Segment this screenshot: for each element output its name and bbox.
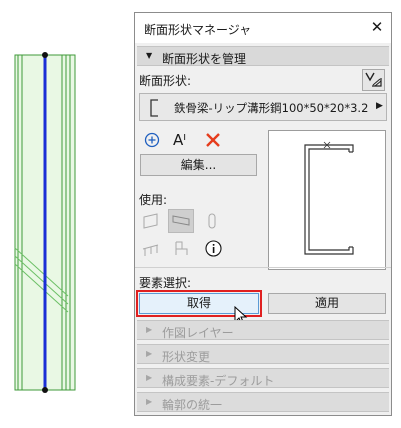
manage-section-label: 断面形状を管理: [162, 52, 247, 66]
collapsed-section-label: 構成要素-デフォルト: [162, 374, 275, 388]
triangle-down-icon: ▼: [146, 51, 153, 60]
profile-manager-dialog: 断面形状マネージャ ✕ ▼ 断面形状を管理 断面形状: 鉄骨梁-リップ溝形鋼10…: [134, 12, 392, 416]
divider: [135, 267, 391, 268]
delete-icon[interactable]: [205, 132, 221, 148]
layer-section-header[interactable]: ▶ 作図レイヤー: [137, 320, 389, 340]
drawing-canvas[interactable]: [0, 0, 125, 428]
component-default-section-header[interactable]: ▶ 構成要素-デフォルト: [137, 368, 389, 388]
profile-select[interactable]: 鉄骨梁-リップ溝形鋼100*50*20*3.2 ▶: [139, 93, 387, 121]
dialog-titlebar[interactable]: 断面形状マネージャ ✕: [135, 13, 391, 43]
axis-endpoint-bottom: [42, 387, 48, 393]
profile-preview-shape: [304, 141, 354, 255]
apply-button[interactable]: 適用: [268, 293, 386, 314]
profile-manager-button[interactable]: [362, 69, 385, 91]
profile-manager-icon: [365, 72, 382, 87]
shape-change-section-header[interactable]: ▶ 形状変更: [137, 344, 389, 364]
info-icon[interactable]: [205, 240, 222, 257]
chevron-right-icon: ▶: [376, 101, 383, 111]
chevron-right-icon: ▶: [146, 325, 153, 334]
railing-usage-icon[interactable]: [140, 237, 162, 259]
wall-usage-icon[interactable]: [140, 210, 162, 232]
element-select-label: 要素選択:: [139, 276, 192, 290]
beam-usage-toggle[interactable]: [168, 209, 194, 233]
close-icon[interactable]: ✕: [367, 17, 387, 37]
manage-section-header[interactable]: ▼ 断面形状を管理: [137, 46, 389, 66]
add-icon[interactable]: [144, 132, 160, 148]
chevron-right-icon: ▶: [146, 373, 153, 382]
collapsed-section-label: 作図レイヤー: [162, 326, 234, 340]
chevron-right-icon: ▶: [146, 397, 153, 406]
axis-endpoint-top: [42, 52, 48, 58]
profile-preview: [268, 130, 386, 270]
column-usage-icon[interactable]: [201, 210, 223, 232]
chevron-right-icon: ▶: [146, 349, 153, 358]
collapsed-section-label: 輪郭の統一: [162, 398, 223, 412]
beam-usage-icon: [172, 215, 190, 226]
c-channel-icon: [150, 99, 158, 117]
profile-select-value: 鉄骨梁-リップ溝形鋼100*50*20*3.2: [174, 101, 369, 115]
usage-label: 使用:: [139, 193, 168, 207]
dialog-title: 断面形状マネージャ: [144, 23, 252, 37]
profile-label: 断面形状:: [139, 74, 192, 88]
rename-icon[interactable]: Aᴵ: [173, 131, 186, 149]
outline-unify-section-header[interactable]: ▶ 輪郭の統一: [137, 392, 389, 412]
collapsed-section-label: 形状変更: [162, 350, 211, 364]
edit-button[interactable]: 編集...: [140, 154, 257, 176]
object-usage-icon[interactable]: [170, 237, 192, 259]
